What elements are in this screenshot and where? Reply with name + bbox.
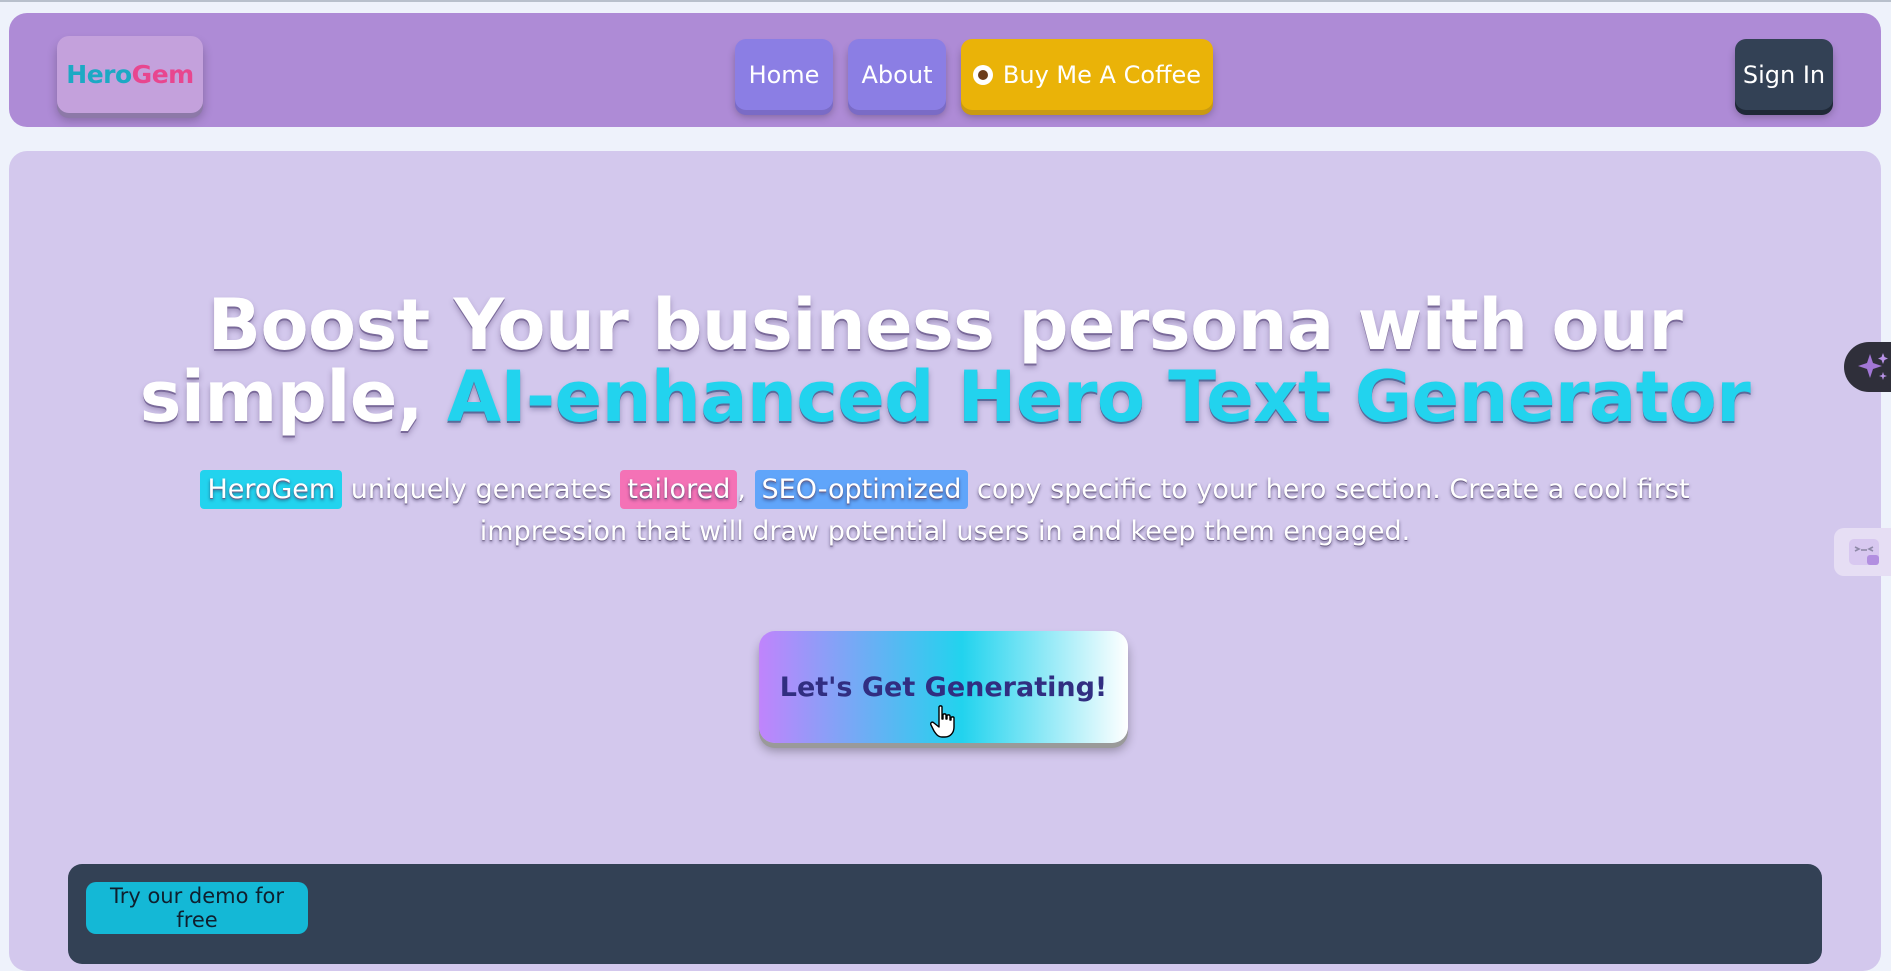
- tag-seo-optimized: SEO-optimized: [754, 470, 969, 509]
- sparkle-widget[interactable]: [1844, 342, 1891, 392]
- logo-text-gem: Gem: [131, 60, 195, 89]
- hero-subtitle: HeroGem uniquely generates tailored, SEO…: [159, 469, 1731, 553]
- about-button[interactable]: About: [848, 39, 946, 110]
- tag-tailored: tailored: [620, 470, 738, 509]
- try-demo-button[interactable]: Try our demo for free: [86, 882, 308, 934]
- headline-line-1: Boost Your business persona with our: [207, 284, 1683, 366]
- navbar: Hero Gem Home About Buy Me A Coffee Sign …: [9, 13, 1881, 127]
- subtitle-text-2: ,: [737, 474, 755, 505]
- demo-panel: Try our demo for free: [68, 864, 1822, 964]
- hand-pointer-cursor-icon: [930, 705, 955, 738]
- headline-accent: AI-enhanced Hero Text Generator: [446, 356, 1751, 438]
- logo-button[interactable]: Hero Gem: [57, 36, 203, 113]
- hero-section: Boost Your business persona with our sim…: [9, 151, 1881, 971]
- tag-herogem: HeroGem: [200, 470, 343, 509]
- headline-line-2-plain: simple,: [139, 356, 447, 438]
- coffee-cup-icon: [972, 64, 993, 85]
- buy-me-a-coffee-button[interactable]: Buy Me A Coffee: [961, 39, 1213, 110]
- sparkle-icon: [1858, 353, 1888, 380]
- subtitle-text-1: uniquely generates: [342, 474, 621, 505]
- logo-text-hero: Hero: [66, 60, 132, 89]
- face-icon: [1849, 539, 1879, 565]
- buy-me-a-coffee-label: Buy Me A Coffee: [1002, 60, 1202, 89]
- mini-side-widget[interactable]: [1834, 528, 1891, 576]
- top-border: [0, 0, 1891, 2]
- hero-headline: Boost Your business persona with our sim…: [9, 289, 1881, 433]
- sign-in-button[interactable]: Sign In: [1735, 39, 1833, 110]
- home-button[interactable]: Home: [735, 39, 833, 110]
